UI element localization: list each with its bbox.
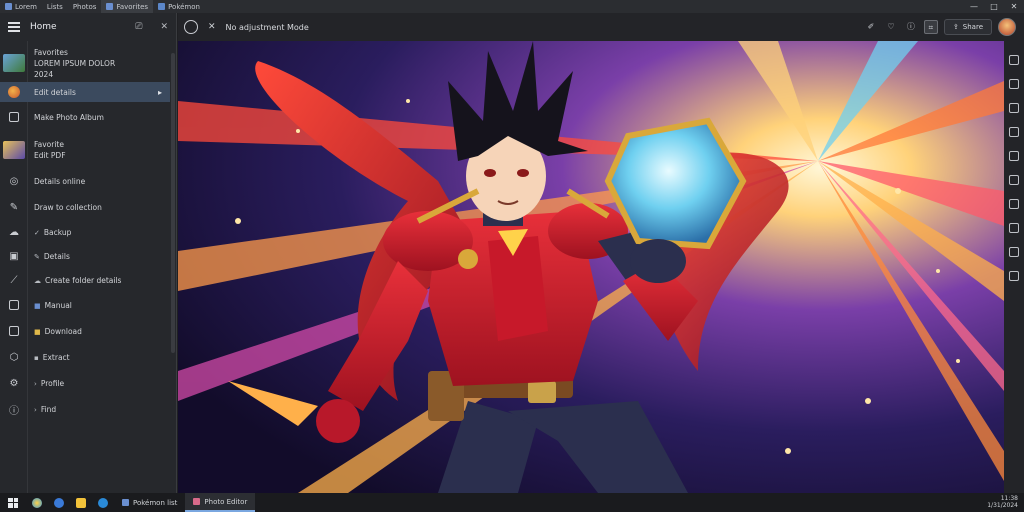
hero-artwork: [178, 41, 1004, 493]
chevron-right-icon: ▸: [157, 87, 162, 97]
cloud-icon: ☁: [9, 226, 19, 238]
title-bar: Lorem Lists Photos Favorites Pokémon — □…: [0, 0, 1024, 13]
frame-icon[interactable]: [1009, 247, 1019, 257]
arrow-icon: ›: [34, 379, 37, 388]
pin-icon[interactable]: ⎚: [135, 22, 142, 32]
shield-icon: ⬡: [9, 351, 19, 363]
sidebar-item-favorite-pdf[interactable]: Favorite Edit PDF: [0, 132, 170, 168]
sidebar-list: Favorites LOREM IPSUM DOLOR 2024 Edit de…: [0, 44, 170, 422]
editor-icon: [193, 498, 201, 505]
markup-icon[interactable]: [1009, 151, 1019, 161]
book-icon: ■: [34, 301, 41, 310]
window-controls: — □ ✕: [964, 0, 1024, 13]
close-icon[interactable]: ✕: [208, 22, 216, 32]
sidebar-title: Home: [30, 22, 57, 32]
cloud-small-icon: ☁: [34, 276, 41, 285]
avatar[interactable]: [998, 18, 1016, 36]
effects-icon[interactable]: [1009, 199, 1019, 209]
collapse-icon[interactable]: ✕: [160, 22, 168, 32]
right-tool-rail: [1004, 41, 1024, 493]
share-button[interactable]: ⇪ Share: [943, 19, 992, 35]
crop-icon[interactable]: ⌗: [923, 20, 938, 34]
taskbar: Pokémon list Photo Editor 11:38 1/31/202…: [0, 493, 1024, 512]
pen-icon: ✎: [9, 201, 19, 213]
sidebar-item-manual[interactable]: ■ Manual: [0, 292, 170, 318]
calendar-icon: [9, 326, 19, 336]
check-icon: ✓: [34, 228, 40, 237]
thumbnail-image: [3, 141, 25, 159]
app-icon: [5, 3, 12, 10]
store-icon[interactable]: [98, 497, 108, 508]
photo-icon: [122, 499, 129, 506]
viewer-title: No adjustment Mode: [225, 22, 309, 32]
share-icon[interactable]: [1009, 271, 1019, 281]
sidebar-header: Home ⎚ ✕: [0, 13, 176, 41]
sidebar-item-backup[interactable]: ☁ ✓ Backup: [0, 220, 170, 244]
image-viewer[interactable]: [178, 41, 1004, 493]
pokeball-icon: [8, 86, 20, 98]
sidebar-item-favorites[interactable]: Favorites LOREM IPSUM DOLOR 2024: [0, 44, 170, 82]
window-icon: [9, 300, 19, 310]
tab-lists[interactable]: Lists: [42, 0, 68, 13]
maximize-button[interactable]: □: [984, 0, 1004, 13]
sidebar-scrollbar[interactable]: [171, 53, 175, 353]
chevron-icon: ▪: [34, 353, 39, 362]
sidebar: Home ⎚ ✕ Favorites LOREM IPSUM DOLOR 202…: [0, 13, 177, 493]
sidebar-item-details-online[interactable]: ◎ Details online: [0, 168, 170, 194]
folder-icon[interactable]: [76, 497, 86, 508]
tag-icon[interactable]: ✐: [864, 20, 878, 34]
minimize-button[interactable]: —: [964, 0, 984, 13]
arrow-icon: ›: [34, 405, 37, 414]
sidebar-item-download[interactable]: ■ Download: [0, 318, 170, 344]
sidebar-item-find[interactable]: ⓘ › Find: [0, 396, 170, 422]
brush-icon: ⟋: [10, 274, 18, 286]
info-icon: ⓘ: [9, 405, 19, 417]
pencil-icon: ✎: [34, 252, 40, 261]
sidebar-item-details[interactable]: ▣ ✎ Details: [0, 244, 170, 268]
hamburger-icon[interactable]: [8, 22, 20, 32]
crop-icon[interactable]: [1009, 127, 1019, 137]
taskbar-app-editor[interactable]: Photo Editor: [185, 493, 256, 512]
image-icon: ▣: [9, 250, 19, 262]
adjust-icon[interactable]: [1009, 79, 1019, 89]
photo-icon: [106, 3, 114, 10]
layers-icon[interactable]: [1009, 55, 1019, 65]
viewer-toolbar: ✕ No adjustment Mode ✐ ♡ ⓘ ⌗ ⇪ Share: [178, 13, 1024, 41]
text-icon[interactable]: [1009, 175, 1019, 185]
system-tray-clock[interactable]: 11:38 1/31/2024: [987, 495, 1018, 509]
gear-icon: ⚙: [9, 377, 19, 389]
sidebar-item-profile[interactable]: ⚙ › Profile: [0, 370, 170, 396]
filter-icon[interactable]: [1009, 103, 1019, 113]
edge-icon[interactable]: [54, 497, 64, 508]
stickers-icon[interactable]: [1009, 223, 1019, 233]
rotate-icon[interactable]: [184, 20, 198, 34]
sidebar-item-create-folder[interactable]: ⟋ ☁ Create folder details: [0, 268, 170, 292]
info-icon[interactable]: ⓘ: [904, 20, 918, 34]
edit-icon: [158, 3, 166, 10]
clock-time: 11:38: [1000, 495, 1018, 502]
start-button[interactable]: [8, 497, 18, 508]
sidebar-item-make-album[interactable]: Make Photo Album: [0, 102, 170, 132]
globe-icon: ◎: [9, 175, 19, 187]
close-button[interactable]: ✕: [1004, 0, 1024, 13]
heart-icon[interactable]: ♡: [884, 20, 898, 34]
sidebar-item-draw[interactable]: ✎ Draw to collection: [0, 194, 170, 220]
album-icon: [9, 112, 19, 122]
thumbnail-image: [3, 54, 25, 72]
clock-date: 1/31/2024: [987, 502, 1018, 509]
share-icon: ⇪: [952, 23, 959, 31]
file-icon: ■: [34, 327, 41, 336]
tab-favorites[interactable]: Favorites: [101, 0, 154, 13]
taskbar-app-list[interactable]: Pokémon list: [114, 493, 185, 512]
tab-photos[interactable]: Photos: [68, 0, 102, 13]
sidebar-item-edit-details[interactable]: Edit details ▸: [0, 82, 170, 102]
tab-lorem[interactable]: Lorem: [0, 0, 42, 13]
tab-pokemon[interactable]: Pokémon: [153, 0, 205, 13]
sidebar-item-extract[interactable]: ⬡ ▪ Extract: [0, 344, 170, 370]
browser-icon[interactable]: [32, 497, 42, 508]
